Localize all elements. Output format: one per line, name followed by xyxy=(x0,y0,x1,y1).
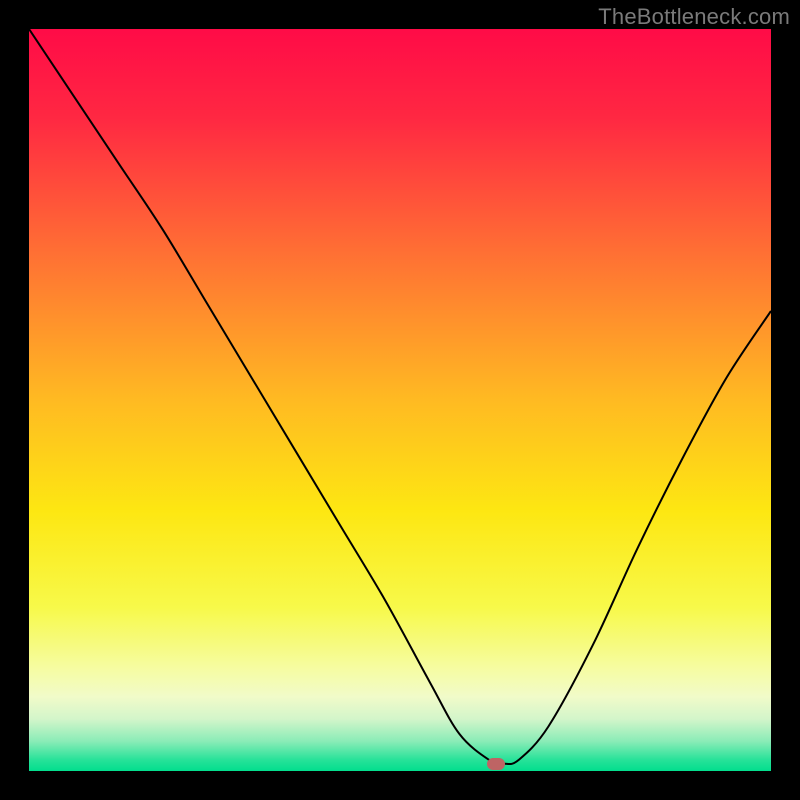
attribution-text: TheBottleneck.com xyxy=(598,4,790,30)
chart-background-gradient xyxy=(29,29,771,771)
chart-marker xyxy=(487,758,505,770)
chart-plot-area xyxy=(29,29,771,771)
